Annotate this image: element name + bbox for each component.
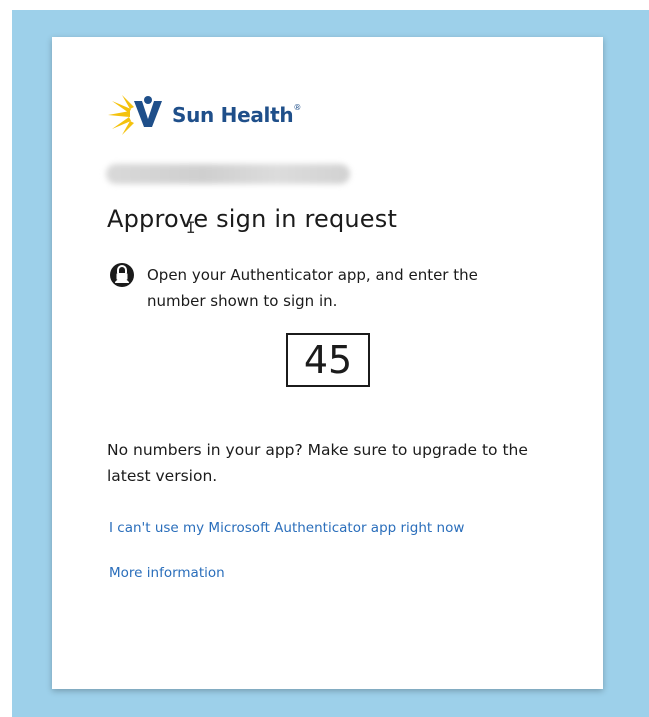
authenticator-lock-icon [110,263,134,287]
brand-logo: Sun Health® [108,95,301,135]
more-information-link[interactable]: More information [109,565,225,581]
sun-figure-icon [108,95,162,135]
instruction-text: Open your Authenticator app, and enter t… [147,266,478,310]
text-cursor-icon: I [186,218,196,237]
page-title: Approve sign in request [107,205,398,233]
upgrade-hint: No numbers in your app? Make sure to upg… [107,441,528,485]
instruction-row: Open your Authenticator app, and enter t… [109,261,529,314]
cant-use-authenticator-link[interactable]: I can't use my Microsoft Authenticator a… [109,520,464,536]
sign-in-number: 45 [286,333,370,387]
brand-name: Sun Health® [172,103,302,127]
sign-in-card: Sun Health® Approve sign in request Open… [52,37,603,689]
blurred-account-email [106,164,350,184]
